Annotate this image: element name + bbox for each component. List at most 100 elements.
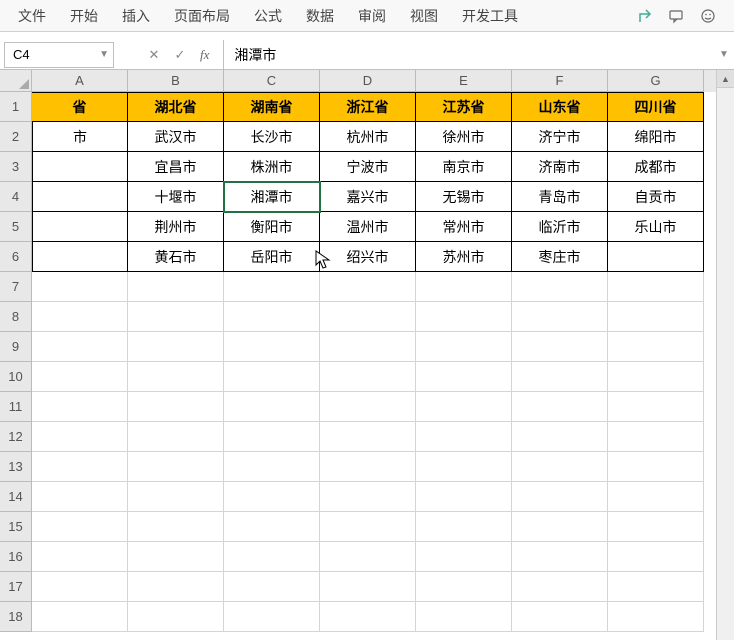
cell-B13[interactable] (128, 452, 224, 482)
cell-E3[interactable]: 南京市 (416, 152, 512, 182)
cell-B4[interactable]: 十堰市 (128, 182, 224, 212)
row-header-15[interactable]: 15 (0, 512, 32, 542)
cell-G4[interactable]: 自贡市 (608, 182, 704, 212)
cell-G11[interactable] (608, 392, 704, 422)
accept-formula-icon[interactable]: ✓ (168, 44, 192, 66)
cell-G5[interactable]: 乐山市 (608, 212, 704, 242)
cell-F3[interactable]: 济南市 (512, 152, 608, 182)
row-header-7[interactable]: 7 (0, 272, 32, 302)
cell-A15[interactable] (32, 512, 128, 542)
col-header-G[interactable]: G (608, 70, 704, 92)
cell-E4[interactable]: 无锡市 (416, 182, 512, 212)
expand-formula-icon[interactable]: ▼ (714, 49, 734, 60)
cell-E11[interactable] (416, 392, 512, 422)
cell-B1[interactable]: 湖北省 (128, 92, 224, 122)
cell-B10[interactable] (128, 362, 224, 392)
cell-B14[interactable] (128, 482, 224, 512)
cell-D16[interactable] (320, 542, 416, 572)
cell-B6[interactable]: 黄石市 (128, 242, 224, 272)
cell-D17[interactable] (320, 572, 416, 602)
cell-D18[interactable] (320, 602, 416, 632)
cell-F7[interactable] (512, 272, 608, 302)
col-header-E[interactable]: E (416, 70, 512, 92)
cell-B2[interactable]: 武汉市 (128, 122, 224, 152)
cell-D9[interactable] (320, 332, 416, 362)
name-box[interactable]: C4 ▼ (4, 42, 114, 68)
cell-A14[interactable] (32, 482, 128, 512)
cell-F17[interactable] (512, 572, 608, 602)
cell-F6[interactable]: 枣庄市 (512, 242, 608, 272)
cell-C11[interactable] (224, 392, 320, 422)
cell-D10[interactable] (320, 362, 416, 392)
cell-C1[interactable]: 湖南省 (224, 92, 320, 122)
cell-E16[interactable] (416, 542, 512, 572)
cell-D13[interactable] (320, 452, 416, 482)
cell-C15[interactable] (224, 512, 320, 542)
chevron-down-icon[interactable]: ▼ (99, 49, 109, 60)
cell-G7[interactable] (608, 272, 704, 302)
cell-D3[interactable]: 宁波市 (320, 152, 416, 182)
cell-A18[interactable] (32, 602, 128, 632)
cell-B15[interactable] (128, 512, 224, 542)
cell-A3[interactable] (32, 152, 128, 182)
cell-E18[interactable] (416, 602, 512, 632)
cell-F12[interactable] (512, 422, 608, 452)
cell-E14[interactable] (416, 482, 512, 512)
row-header-11[interactable]: 11 (0, 392, 32, 422)
cell-G9[interactable] (608, 332, 704, 362)
row-header-1[interactable]: 1 (0, 92, 32, 122)
row-header-12[interactable]: 12 (0, 422, 32, 452)
cell-F1[interactable]: 山东省 (512, 92, 608, 122)
fx-label[interactable]: fx (194, 47, 215, 63)
cell-C18[interactable] (224, 602, 320, 632)
menu-dev[interactable]: 开发工具 (452, 2, 528, 30)
cell-C7[interactable] (224, 272, 320, 302)
cell-C10[interactable] (224, 362, 320, 392)
select-all-corner[interactable] (0, 70, 32, 92)
cell-A16[interactable] (32, 542, 128, 572)
cell-E15[interactable] (416, 512, 512, 542)
cell-C3[interactable]: 株洲市 (224, 152, 320, 182)
cell-C13[interactable] (224, 452, 320, 482)
cell-F10[interactable] (512, 362, 608, 392)
row-header-9[interactable]: 9 (0, 332, 32, 362)
cell-B8[interactable] (128, 302, 224, 332)
cell-D15[interactable] (320, 512, 416, 542)
cell-G10[interactable] (608, 362, 704, 392)
cell-D5[interactable]: 温州市 (320, 212, 416, 242)
cell-A5[interactable] (32, 212, 128, 242)
menu-layout[interactable]: 页面布局 (164, 2, 240, 30)
cell-D11[interactable] (320, 392, 416, 422)
row-header-3[interactable]: 3 (0, 152, 32, 182)
menu-data[interactable]: 数据 (296, 2, 344, 30)
cell-G8[interactable] (608, 302, 704, 332)
row-header-2[interactable]: 2 (0, 122, 32, 152)
cell-A9[interactable] (32, 332, 128, 362)
row-header-14[interactable]: 14 (0, 482, 32, 512)
row-header-18[interactable]: 18 (0, 602, 32, 632)
cell-F15[interactable] (512, 512, 608, 542)
cell-E5[interactable]: 常州市 (416, 212, 512, 242)
row-header-6[interactable]: 6 (0, 242, 32, 272)
cell-G18[interactable] (608, 602, 704, 632)
col-header-F[interactable]: F (512, 70, 608, 92)
row-header-10[interactable]: 10 (0, 362, 32, 392)
cell-B9[interactable] (128, 332, 224, 362)
cell-E1[interactable]: 江苏省 (416, 92, 512, 122)
cell-F13[interactable] (512, 452, 608, 482)
cell-D8[interactable] (320, 302, 416, 332)
cell-E17[interactable] (416, 572, 512, 602)
cell-G16[interactable] (608, 542, 704, 572)
cell-G15[interactable] (608, 512, 704, 542)
cell-F18[interactable] (512, 602, 608, 632)
cell-D1[interactable]: 浙江省 (320, 92, 416, 122)
cell-D2[interactable]: 杭州市 (320, 122, 416, 152)
cell-E12[interactable] (416, 422, 512, 452)
menu-file[interactable]: 文件 (8, 2, 56, 30)
menu-formula[interactable]: 公式 (244, 2, 292, 30)
cell-F5[interactable]: 临沂市 (512, 212, 608, 242)
cell-B5[interactable]: 荆州市 (128, 212, 224, 242)
cell-C5[interactable]: 衡阳市 (224, 212, 320, 242)
cell-F14[interactable] (512, 482, 608, 512)
cell-G12[interactable] (608, 422, 704, 452)
